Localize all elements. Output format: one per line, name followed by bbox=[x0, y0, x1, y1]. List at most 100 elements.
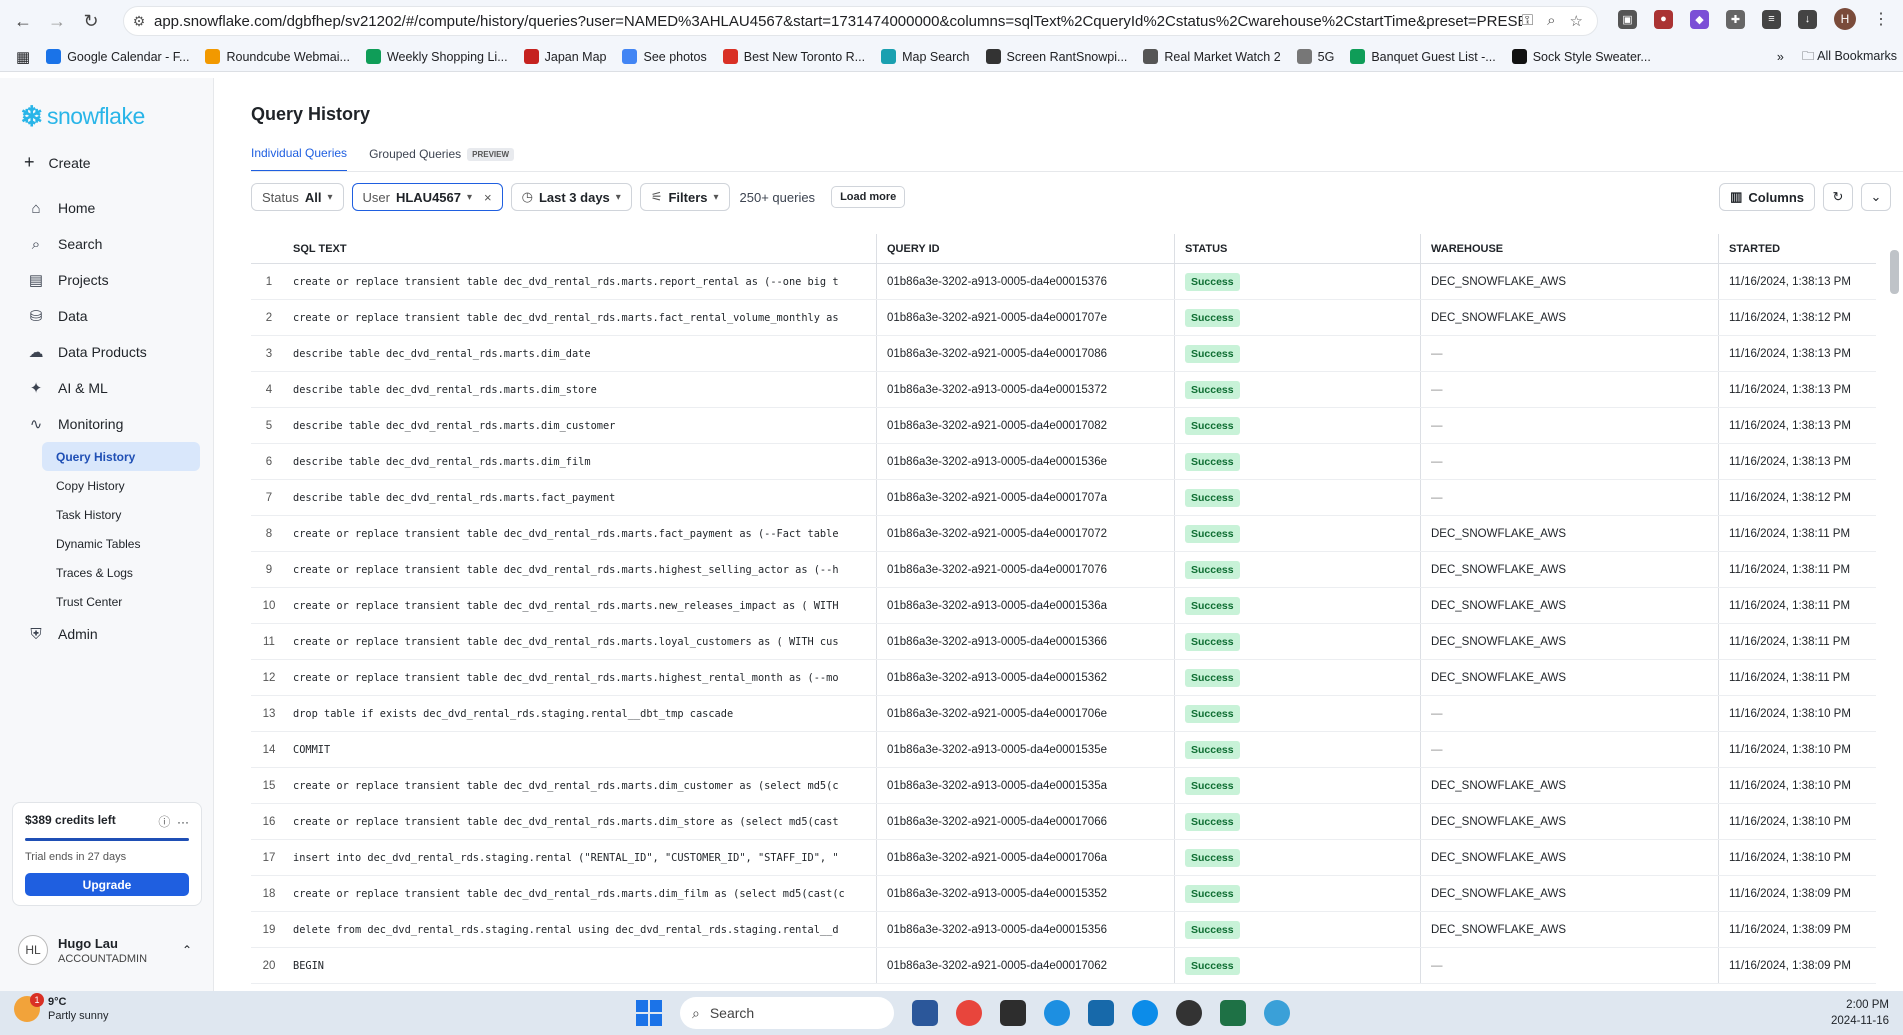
media-player-icon[interactable] bbox=[1176, 1000, 1202, 1026]
bookmark-item[interactable]: Weekly Shopping Li... bbox=[365, 49, 508, 64]
create-button[interactable]: + Create bbox=[24, 152, 91, 173]
sidebar-item-ai-ml[interactable]: ✦ AI & ML bbox=[14, 370, 200, 406]
sidebar-item-admin[interactable]: ⛨ Admin bbox=[14, 616, 200, 652]
docker-icon[interactable] bbox=[1044, 1000, 1070, 1026]
table-row[interactable]: 16 create or replace transient table dec_… bbox=[251, 804, 1876, 840]
table-row[interactable]: 13 drop table if exists dec_dvd_rental_rd… bbox=[251, 696, 1876, 732]
download-icon[interactable]: ↓ bbox=[1798, 9, 1817, 29]
more-bookmarks-icon[interactable]: » bbox=[1777, 50, 1784, 64]
key-icon[interactable]: ⚿ bbox=[1522, 12, 1533, 30]
puzzle-icon[interactable]: ✚ bbox=[1726, 9, 1745, 29]
header-started[interactable]: STARTED bbox=[1719, 243, 1869, 255]
url-text[interactable]: app.snowflake.com/dgbfhep/sv21202/#/comp… bbox=[154, 13, 1522, 30]
sidebar-item-task-history[interactable]: Task History bbox=[42, 500, 200, 529]
windows-start-icon[interactable] bbox=[636, 1000, 662, 1026]
bookmark-item[interactable]: See photos bbox=[622, 49, 707, 64]
bookmark-item[interactable]: Screen RantSnowpi... bbox=[985, 49, 1127, 64]
header-sql-text[interactable]: SQL TEXT bbox=[287, 234, 877, 263]
table-row[interactable]: 10 create or replace transient table dec_… bbox=[251, 588, 1876, 624]
bookmark-star-icon[interactable]: ☆ bbox=[1570, 12, 1583, 30]
status-filter[interactable]: Status All ▾ bbox=[251, 183, 344, 211]
sidebar-item-copy-history[interactable]: Copy History bbox=[42, 471, 200, 500]
excel-icon[interactable] bbox=[1220, 1000, 1246, 1026]
filters-button[interactable]: ⚟ Filters ▾ bbox=[639, 183, 730, 211]
sidebar-item-data[interactable]: ⛁ Data bbox=[14, 298, 200, 334]
bookmark-item[interactable]: Roundcube Webmai... bbox=[205, 49, 350, 64]
sidebar-item-traces-logs[interactable]: Traces & Logs bbox=[42, 558, 200, 587]
load-more-button[interactable]: Load more bbox=[831, 186, 906, 208]
system-clock[interactable]: 2:00 PM 2024-11-16 bbox=[1831, 997, 1889, 1029]
weather-widget[interactable]: 1 9°C Partly sunny bbox=[14, 993, 109, 1023]
app-icon[interactable] bbox=[1264, 1000, 1290, 1026]
header-warehouse[interactable]: WAREHOUSE bbox=[1421, 234, 1719, 263]
word-icon[interactable] bbox=[912, 1000, 938, 1026]
extension-icon[interactable]: ● bbox=[1654, 9, 1673, 29]
table-row[interactable]: 1 create or replace transient table dec_d… bbox=[251, 264, 1876, 300]
bookmark-item[interactable]: Map Search bbox=[881, 49, 970, 64]
extension-icon[interactable]: ◆ bbox=[1690, 9, 1709, 29]
tab-individual-queries[interactable]: Individual Queries bbox=[251, 146, 348, 172]
reload-icon[interactable]: ↻ bbox=[80, 10, 102, 32]
apps-grid-icon[interactable]: ▦ bbox=[16, 48, 30, 66]
snowflake-logo[interactable]: ❄ snowflake bbox=[20, 100, 145, 133]
info-icon[interactable]: ⓘ bbox=[158, 815, 170, 829]
bookmark-item[interactable]: Japan Map bbox=[523, 49, 606, 64]
table-row[interactable]: 6 describe table dec_dvd_rental_rds.marts… bbox=[251, 444, 1876, 480]
table-row[interactable]: 20 BEGIN 01b86a3e-3202-a921-0005-da4e00017… bbox=[251, 948, 1876, 984]
bookmark-item[interactable]: Google Calendar - F... bbox=[46, 49, 189, 64]
table-row[interactable]: 4 describe table dec_dvd_rental_rds.marts… bbox=[251, 372, 1876, 408]
user-filter[interactable]: User HLAU4567 ▾ × bbox=[351, 183, 503, 211]
user-menu[interactable]: HL Hugo Lau ACCOUNTADMIN ⌃ bbox=[12, 920, 202, 980]
table-row[interactable]: 14 COMMIT 01b86a3e-3202-a913-0005-da4e0001… bbox=[251, 732, 1876, 768]
tab-grouped-queries[interactable]: Grouped Queries PREVIEW bbox=[369, 146, 515, 172]
notepad-icon[interactable] bbox=[1088, 1000, 1114, 1026]
bookmark-item[interactable]: Banquet Guest List -... bbox=[1350, 49, 1496, 64]
sidebar-item-monitoring[interactable]: ∿ Monitoring bbox=[14, 406, 200, 442]
sidebar-item-query-history[interactable]: Query History bbox=[42, 442, 200, 471]
sidebar-item-search[interactable]: ⌕ Search bbox=[14, 226, 200, 262]
taskbar-search[interactable]: ⌕ Search bbox=[680, 997, 894, 1029]
sidebar-item-dynamic-tables[interactable]: Dynamic Tables bbox=[42, 529, 200, 558]
chrome-icon[interactable] bbox=[956, 1000, 982, 1026]
table-row[interactable]: 5 describe table dec_dvd_rental_rds.marts… bbox=[251, 408, 1876, 444]
table-row[interactable]: 3 describe table dec_dvd_rental_rds.marts… bbox=[251, 336, 1876, 372]
table-row[interactable]: 7 describe table dec_dvd_rental_rds.marts… bbox=[251, 480, 1876, 516]
more-icon[interactable]: ··· bbox=[177, 815, 189, 829]
sidebar-item-data-products[interactable]: ☁ Data Products bbox=[14, 334, 200, 370]
date-range-filter[interactable]: ◷ Last 3 days ▾ bbox=[510, 183, 632, 211]
table-row[interactable]: 15 create or replace transient table dec_… bbox=[251, 768, 1876, 804]
profile-avatar[interactable]: H bbox=[1834, 8, 1856, 30]
back-icon[interactable]: ← bbox=[12, 10, 34, 32]
more-options-button[interactable]: ⌄ bbox=[1861, 183, 1891, 211]
chevron-up-icon[interactable]: ⌃ bbox=[182, 943, 192, 957]
upgrade-button[interactable]: Upgrade bbox=[25, 873, 189, 896]
table-row[interactable]: 11 create or replace transient table dec_… bbox=[251, 624, 1876, 660]
zoom-icon[interactable]: ⌕ bbox=[1547, 12, 1555, 30]
table-row[interactable]: 2 create or replace transient table dec_d… bbox=[251, 300, 1876, 336]
address-bar[interactable]: ⚙ app.snowflake.com/dgbfhep/sv21202/#/co… bbox=[123, 6, 1598, 36]
table-row[interactable]: 12 create or replace transient table dec_… bbox=[251, 660, 1876, 696]
close-icon[interactable]: × bbox=[484, 190, 492, 205]
header-status[interactable]: STATUS bbox=[1175, 234, 1421, 263]
extension-icon[interactable]: ▣ bbox=[1618, 9, 1637, 29]
bookmark-item[interactable]: Best New Toronto R... bbox=[722, 49, 865, 64]
scrollbar[interactable] bbox=[1888, 236, 1900, 981]
table-row[interactable]: 17 insert into dec_dvd_rental_rds.staging… bbox=[251, 840, 1876, 876]
edge-icon[interactable] bbox=[1132, 1000, 1158, 1026]
sidebar-item-trust-center[interactable]: Trust Center bbox=[42, 587, 200, 616]
scrollbar-thumb[interactable] bbox=[1890, 250, 1899, 294]
bookmark-item[interactable]: Sock Style Sweater... bbox=[1511, 49, 1651, 64]
table-row[interactable]: 9 create or replace transient table dec_d… bbox=[251, 552, 1876, 588]
columns-button[interactable]: ▥ Columns bbox=[1719, 183, 1815, 211]
table-row[interactable]: 8 create or replace transient table dec_d… bbox=[251, 516, 1876, 552]
refresh-button[interactable]: ↻ bbox=[1823, 183, 1853, 211]
forward-icon[interactable]: → bbox=[46, 10, 68, 32]
all-bookmarks[interactable]: 🗀 All Bookmarks bbox=[1802, 47, 1897, 68]
header-query-id[interactable]: QUERY ID bbox=[877, 234, 1175, 263]
bookmark-item[interactable]: Real Market Watch 2 bbox=[1143, 49, 1281, 64]
reading-list-icon[interactable]: ≡ bbox=[1762, 9, 1781, 29]
sidebar-item-projects[interactable]: ▤ Projects bbox=[14, 262, 200, 298]
sidebar-item-home[interactable]: ⌂ Home bbox=[14, 190, 200, 226]
menu-kebab-icon[interactable]: ⋮ bbox=[1873, 9, 1889, 29]
site-info-icon[interactable]: ⚙ bbox=[124, 13, 154, 30]
